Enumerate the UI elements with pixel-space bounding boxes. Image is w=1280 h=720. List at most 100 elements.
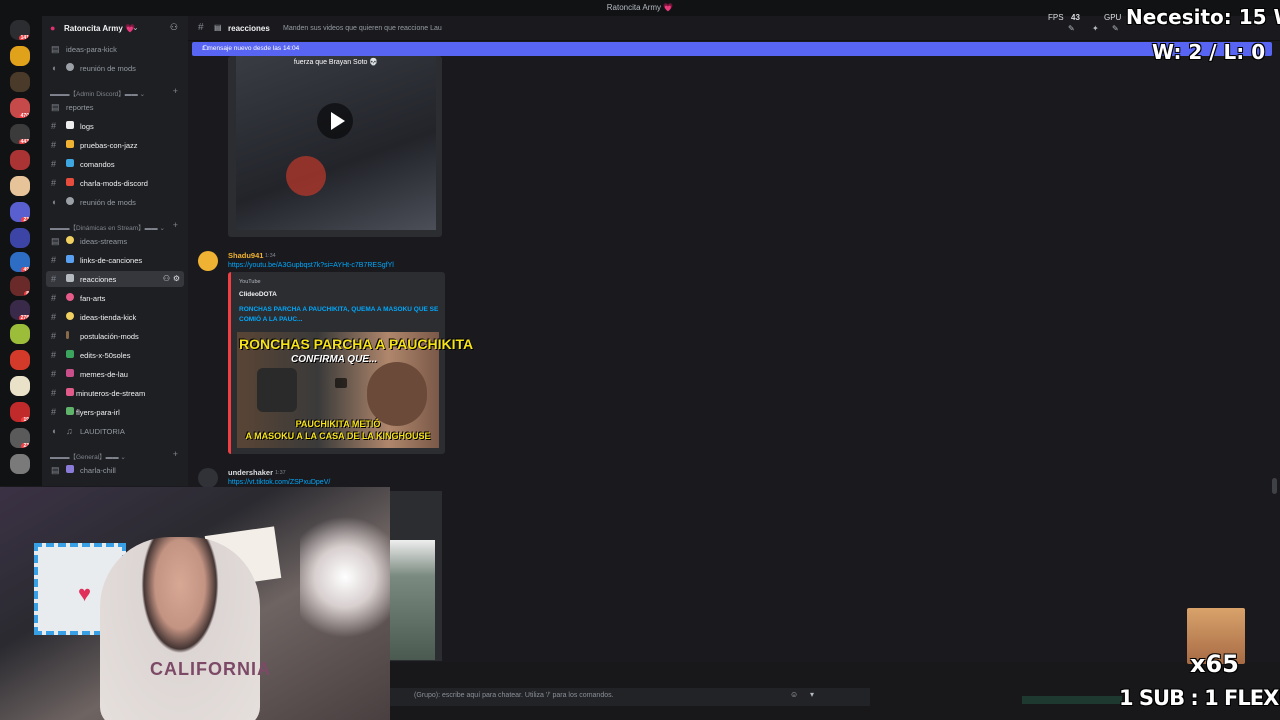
server-icon[interactable]: 23 [10, 202, 30, 222]
voice-icon: ◖ [51, 426, 57, 436]
sidebar-item-comandos[interactable]: # comandos [46, 156, 184, 172]
mention-badge: 19 [21, 417, 30, 422]
server-icon[interactable] [10, 150, 30, 170]
category-general[interactable]: ▬▬▬【General】▬▬ ⌄ [50, 451, 126, 461]
score-overlay: W: 2 / L: 0 [1152, 40, 1266, 64]
server-icon[interactable] [10, 324, 30, 344]
gear-icon[interactable]: ⚙ [173, 274, 180, 283]
thumbnail-headline: RONCHAS PARCHA A PAUCHIKITA [239, 336, 474, 352]
pin-icon[interactable]: ✎ [1112, 24, 1119, 33]
server-icon[interactable]: 8 [10, 276, 30, 296]
video-thumbnail[interactable]: fuerza que Brayan Soto 💀 [236, 56, 436, 230]
new-messages-bar[interactable]: 1 mensaje nuevo desde las 14:04 ☖ [192, 42, 1272, 56]
threads-icon[interactable]: ✎ [1068, 24, 1075, 33]
server-header[interactable]: ● Ratoncita Army 💗 ⌄ ⚇ [42, 16, 188, 40]
megaphone-emoji-icon [66, 178, 74, 186]
embed-title[interactable]: RONCHAS PARCHA A PAUCHIKITA, QUEMA A MAS… [239, 305, 439, 325]
music-emoji-icon [66, 255, 74, 263]
sidebar-item-ideas-para-kick[interactable]: ▤ ideas-para-kick [46, 41, 184, 57]
channel-label: reunión de mods [80, 198, 136, 207]
sidebar-item-lauditoria[interactable]: ◖ ♫ LAUDITORIA [46, 423, 184, 439]
message-author[interactable]: Shadu941 [228, 251, 263, 260]
embed-thumbnail[interactable]: RONCHAS PARCHA A PAUCHIKITA CONFIRMA QUE… [237, 332, 474, 448]
server-icon[interactable] [10, 376, 30, 396]
mention-badge: 278 [18, 315, 30, 320]
chevron-down-icon[interactable]: ⌄ [132, 23, 139, 32]
sidebar-item-minuteros-de-stream[interactable]: # minuteros-de-stream [46, 385, 184, 401]
bulb-emoji-icon [66, 312, 74, 320]
sidebar-item-reportes[interactable]: ▤ reportes [46, 99, 184, 115]
channel-label: ideas-streams [80, 237, 128, 246]
server-icon[interactable]: 443 [10, 124, 30, 144]
sidebar-item-edits-x-50soles[interactable]: # edits-x-50soles [46, 347, 184, 363]
category-admin[interactable]: ▬▬▬【Admin Discord】▬▬ ⌄ [50, 88, 145, 98]
hash-icon: # [51, 388, 57, 398]
server-icon[interactable] [10, 454, 30, 474]
sidebar-item-reacciones[interactable]: # reacciones ⚇ ⚙ [46, 271, 184, 287]
server-icon[interactable] [10, 46, 30, 66]
avatar[interactable] [198, 468, 218, 488]
server-folder-icon[interactable] [10, 228, 30, 248]
leaf-emoji-icon [66, 350, 74, 358]
message-author[interactable]: undershaker [228, 468, 273, 477]
sidebar-item-ideas-streams[interactable]: ▤ ideas-streams [46, 233, 184, 249]
channel-label: ideas-para-kick [66, 45, 117, 54]
embed-author[interactable]: CIideoDOTA [239, 291, 277, 298]
avatar[interactable] [198, 251, 218, 271]
sidebar-item-postulacion-mods[interactable]: # postulación-mods [46, 328, 184, 344]
play-icon[interactable] [335, 378, 347, 388]
clock-icon [66, 63, 74, 71]
mention-badge: 443 [18, 139, 30, 144]
add-member-icon[interactable]: ⚇ [170, 22, 178, 33]
hash-icon: # [51, 331, 57, 341]
mention-badge: 23 [21, 443, 30, 448]
channel-topic[interactable]: Manden sus videos que quieren que reacci… [283, 25, 442, 32]
server-icon[interactable]: 49 [10, 252, 30, 272]
sidebar-item-links-de-canciones[interactable]: # links-de-canciones [46, 252, 184, 268]
invite-icon[interactable]: ⚇ [163, 274, 170, 283]
cat-emoji-icon [66, 140, 74, 148]
emoji-icon[interactable]: ☺ [790, 690, 798, 699]
mention-badge: 23 [21, 217, 30, 222]
add-channel-icon[interactable]: + [173, 449, 178, 459]
hash-icon: # [51, 407, 57, 417]
message-link[interactable]: https://youtu.be/A3Gupbqst7k?si=AYHt-c7B… [228, 262, 394, 269]
sidebar-item-memes-de-lau[interactable]: # memes-de-lau [46, 366, 184, 382]
server-icon[interactable]: 470 [10, 98, 30, 118]
sidebar-item-charla-mods-discord[interactable]: # charla-mods-discord [46, 175, 184, 191]
sidebar-item-pruebas-con-jazz[interactable]: # pruebas-con-jazz [46, 137, 184, 153]
server-icon[interactable]: 19 [10, 402, 30, 422]
add-channel-icon[interactable]: + [173, 86, 178, 96]
sidebar-item-reunion-de-mods-2[interactable]: ◖ reunión de mods [46, 194, 184, 210]
discord-home-icon[interactable]: 141 [10, 20, 30, 40]
fps-label: FPS [1048, 13, 1064, 22]
embed-provider[interactable]: YouTube [239, 279, 261, 285]
notification-icon[interactable]: ✦ [1092, 24, 1099, 33]
sidebar-item-ideas-tienda-kick[interactable]: # ideas-tienda-kick [46, 309, 184, 325]
add-channel-icon[interactable]: + [173, 220, 178, 230]
mark-read-icon[interactable]: ☖ [202, 44, 1258, 52]
sidebar-item-reunion-de-mods[interactable]: ◖ reunión de mods [46, 60, 184, 76]
server-icon[interactable] [10, 72, 30, 92]
christmas-tree [300, 487, 390, 667]
video-caption: fuerza que Brayan Soto 💀 [293, 59, 379, 66]
sidebar-item-logs[interactable]: # logs [46, 118, 184, 134]
server-icon[interactable] [10, 176, 30, 196]
channel-label: flyers-para-irl [76, 408, 120, 417]
server-icon[interactable]: 23 [10, 428, 30, 448]
forum-icon: ▤ [51, 102, 60, 112]
server-icon[interactable]: 278 [10, 300, 30, 320]
play-icon[interactable] [317, 103, 353, 139]
sidebar-item-fan-arts[interactable]: # fan-arts [46, 290, 184, 306]
page-emoji-icon [66, 121, 74, 129]
video-thumbnail[interactable] [390, 540, 435, 660]
server-icon[interactable] [10, 350, 30, 370]
chevron-down-icon[interactable]: ▾ [810, 690, 814, 699]
sidebar-item-flyers-para-irl[interactable]: # flyers-para-irl [46, 404, 184, 420]
sidebar-item-charla-chill[interactable]: ▤ charla-chill [46, 462, 184, 478]
circus-emoji-icon [66, 369, 74, 377]
message-link[interactable]: https://vt.tiktok.com/ZSPxuDpeV/ [228, 479, 330, 486]
scrollbar[interactable] [1272, 478, 1277, 494]
chat-input-placeholder: (Grupo): escribe aquí para chatear. Util… [414, 692, 614, 699]
category-dinamicas[interactable]: ▬▬▬【Dinámicas en Stream】▬▬ ⌄ [50, 222, 165, 232]
